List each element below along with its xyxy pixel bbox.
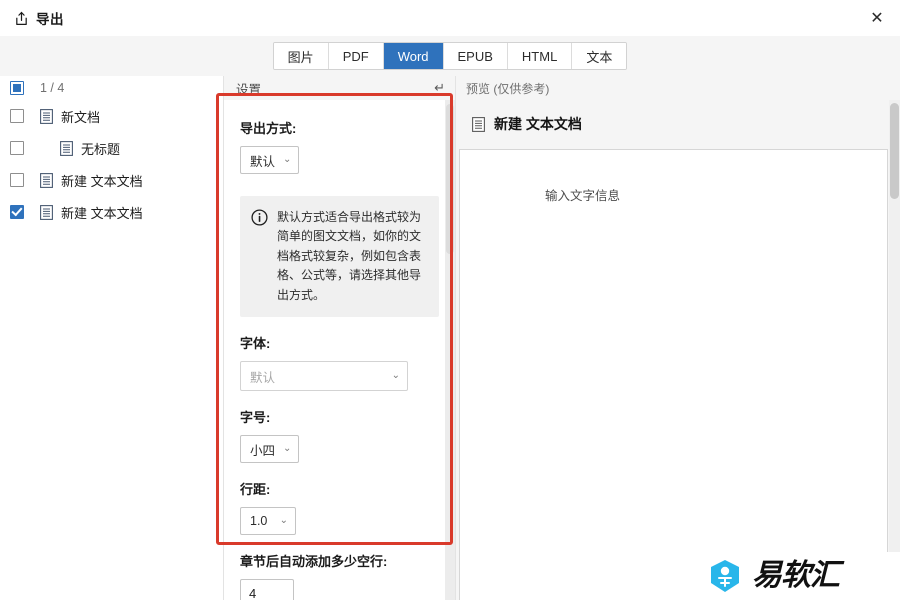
chevron-down-icon: ⌄ xyxy=(283,443,292,455)
chevron-down-icon: ⌄ xyxy=(283,154,292,165)
watermark: 易软汇 xyxy=(690,552,900,600)
selection-count: 1 / 4 xyxy=(40,81,65,95)
font-value: 默认 xyxy=(250,370,276,385)
font-size-label: 字号: xyxy=(240,410,271,426)
list-item[interactable]: 新建 文本文档 xyxy=(0,164,223,196)
file-label: 新建 文本文档 xyxy=(61,173,143,189)
export-mode-select[interactable]: 默认 ⌄ xyxy=(240,146,300,174)
settings-scrollbar-thumb[interactable] xyxy=(446,104,454,254)
file-list-panel: 新文档 无标题 新建 文本文档 新建 文本文档 xyxy=(0,100,224,600)
tab-image[interactable]: 图片 xyxy=(273,43,329,69)
preview-scrollbar[interactable] xyxy=(889,100,900,600)
document-icon xyxy=(40,108,53,124)
line-spacing-select[interactable]: 1.0 ⌄ xyxy=(240,507,296,536)
settings-scrollbar[interactable] xyxy=(445,100,455,600)
tab-epub[interactable]: EPUB xyxy=(443,43,508,69)
font-size-select[interactable]: 小四 ⌄ xyxy=(240,435,300,464)
document-icon xyxy=(40,204,53,220)
file-list-header: 1 / 4 xyxy=(0,76,224,100)
line-spacing-value: 1.0 xyxy=(250,514,268,529)
tab-pdf[interactable]: PDF xyxy=(328,43,384,69)
document-icon xyxy=(40,172,53,188)
preview-panel: 新建 文本文档 输入文字信息 新建 文本文档.docx xyxy=(456,100,900,600)
document-icon xyxy=(472,116,485,132)
preview-doc-title: 新建 文本文档 xyxy=(494,116,582,132)
chevron-down-icon: ⌄ xyxy=(279,515,288,527)
chevron-down-icon: ⌄ xyxy=(391,370,400,382)
preview-page: 输入文字信息 xyxy=(459,149,888,600)
info-text: 默认方式适合导出格式较为简单的图文文档，如你的文档格式较复杂，例如包含表格、公式… xyxy=(277,210,422,302)
tab-word[interactable]: Word xyxy=(383,43,444,69)
document-icon xyxy=(60,140,73,156)
preview-page-text: 输入文字信息 xyxy=(545,189,621,203)
file-label: 无标题 xyxy=(81,141,121,157)
font-select[interactable]: 默认 ⌄ xyxy=(240,361,408,392)
watermark-text: 易软汇 xyxy=(752,559,840,592)
list-item[interactable]: 新建 文本文档 xyxy=(0,196,223,228)
export-mode-label: 导出方式: xyxy=(240,121,297,136)
file-entry: 无标题 xyxy=(40,139,120,158)
list-item[interactable]: 无标题 xyxy=(0,132,223,164)
file-entry: 新建 文本文档 xyxy=(40,171,143,190)
select-all-checkbox[interactable] xyxy=(10,81,24,95)
format-tabs: 图片 PDF Word EPUB HTML 文本 xyxy=(272,42,628,70)
close-icon[interactable]: ✕ xyxy=(854,0,900,36)
title-bar-left: 导出 xyxy=(0,8,64,28)
list-item[interactable]: 新文档 xyxy=(0,100,223,132)
font-label: 字体: xyxy=(240,336,271,352)
file-checkbox[interactable] xyxy=(10,205,24,219)
blank-lines-input[interactable]: 4 xyxy=(240,579,294,600)
file-label: 新建 文本文档 xyxy=(61,205,143,221)
file-label: 新文档 xyxy=(61,109,101,125)
export-share-icon xyxy=(14,11,29,26)
window-title: 导出 xyxy=(36,12,64,27)
file-checkbox[interactable] xyxy=(10,173,24,187)
preview-doc-header: 新建 文本文档 xyxy=(456,100,900,146)
file-entry: 新文档 xyxy=(40,107,100,126)
column-headers: 1 / 4 设置 ↵ 预览 (仅供参考) xyxy=(0,76,900,100)
preview-scrollbar-thumb[interactable] xyxy=(890,103,899,199)
tab-text[interactable]: 文本 xyxy=(572,43,627,69)
file-checkbox[interactable] xyxy=(10,109,24,123)
undo-reset-icon[interactable]: ↵ xyxy=(434,80,445,96)
tab-html[interactable]: HTML xyxy=(507,43,573,69)
preview-header: 预览 (仅供参考) xyxy=(456,76,900,100)
settings-panel: 导出方式: 默认 ⌄ 默认方式适合导出格式较为简单的图文文档，如你的文档格式较复… xyxy=(224,100,456,600)
yiruanhui-logo-icon xyxy=(708,559,742,593)
settings-header-label: 设置 xyxy=(236,82,262,97)
export-mode-value: 默认 xyxy=(250,154,276,169)
info-circle-icon xyxy=(251,209,268,226)
preview-header-label: 预览 (仅供参考) xyxy=(466,81,550,96)
font-size-value: 小四 xyxy=(250,443,276,458)
title-bar: 导出 ✕ xyxy=(0,0,900,36)
settings-body: 导出方式: 默认 ⌄ 默认方式适合导出格式较为简单的图文文档，如你的文档格式较复… xyxy=(224,100,455,600)
format-tab-zone: 图片 PDF Word EPUB HTML 文本 xyxy=(0,36,900,76)
file-entry: 新建 文本文档 xyxy=(40,203,143,222)
settings-header: 设置 ↵ xyxy=(224,76,456,100)
file-checkbox[interactable] xyxy=(10,141,24,155)
info-box: 默认方式适合导出格式较为简单的图文文档，如你的文档格式较复杂，例如包含表格、公式… xyxy=(240,196,439,318)
line-spacing-label: 行距: xyxy=(240,482,271,498)
export-dialog: 导出 ✕ 图片 PDF Word EPUB HTML 文本 1 / 4 设置 ↵… xyxy=(0,0,900,600)
blank-lines-label: 章节后自动添加多少空行: xyxy=(240,554,388,570)
